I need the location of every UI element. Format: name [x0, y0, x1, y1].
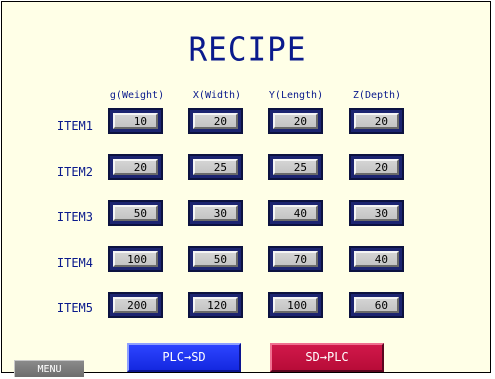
sd-to-plc-button[interactable]: SD→PLC	[270, 343, 384, 372]
item5-weight-value[interactable]: 200	[113, 297, 158, 313]
row-label-item2: ITEM2	[56, 165, 93, 179]
item3-width-value[interactable]: 30	[193, 205, 238, 221]
item1-length-field[interactable]: 20	[268, 108, 323, 134]
item5-depth-value[interactable]: 60	[354, 297, 399, 313]
column-header-weight: g(Weight)	[109, 90, 165, 101]
item3-length-field[interactable]: 40	[268, 200, 323, 226]
item4-width-value[interactable]: 50	[193, 251, 238, 267]
item3-length-value[interactable]: 40	[273, 205, 318, 221]
item3-weight-value[interactable]: 50	[113, 205, 158, 221]
item2-weight-field[interactable]: 20	[108, 154, 163, 180]
column-header-depth: Z(Depth)	[352, 90, 402, 101]
item1-length-value[interactable]: 20	[273, 113, 318, 129]
column-header-length: Y(Length)	[268, 90, 324, 101]
item2-weight-value[interactable]: 20	[113, 159, 158, 175]
item4-length-field[interactable]: 70	[268, 246, 323, 272]
column-header-width: X(Width)	[192, 90, 242, 101]
item4-width-field[interactable]: 50	[188, 246, 243, 272]
item2-depth-field[interactable]: 20	[349, 154, 404, 180]
plc-to-sd-button[interactable]: PLC→SD	[127, 343, 241, 372]
page-title: RECIPE	[188, 31, 307, 69]
item5-length-field[interactable]: 100	[268, 292, 323, 318]
item5-width-field[interactable]: 120	[188, 292, 243, 318]
item3-depth-value[interactable]: 30	[354, 205, 399, 221]
item5-weight-field[interactable]: 200	[108, 292, 163, 318]
item5-length-value[interactable]: 100	[273, 297, 318, 313]
item2-depth-value[interactable]: 20	[354, 159, 399, 175]
item1-depth-field[interactable]: 20	[349, 108, 404, 134]
item1-weight-field[interactable]: 10	[108, 108, 163, 134]
item1-width-value[interactable]: 20	[193, 113, 238, 129]
item3-weight-field[interactable]: 50	[108, 200, 163, 226]
item4-depth-value[interactable]: 40	[354, 251, 399, 267]
item5-width-value[interactable]: 120	[193, 297, 238, 313]
item4-depth-field[interactable]: 40	[349, 246, 404, 272]
item2-width-field[interactable]: 25	[188, 154, 243, 180]
row-label-item4: ITEM4	[56, 256, 93, 270]
row-label-item3: ITEM3	[56, 210, 93, 224]
item4-weight-field[interactable]: 100	[108, 246, 163, 272]
item1-width-field[interactable]: 20	[188, 108, 243, 134]
row-label-item1: ITEM1	[56, 119, 93, 133]
item1-weight-value[interactable]: 10	[113, 113, 158, 129]
item3-width-field[interactable]: 30	[188, 200, 243, 226]
item2-length-value[interactable]: 25	[273, 159, 318, 175]
item2-width-value[interactable]: 25	[193, 159, 238, 175]
menu-button[interactable]: MENU	[14, 360, 84, 377]
item1-depth-value[interactable]: 20	[354, 113, 399, 129]
item4-length-value[interactable]: 70	[273, 251, 318, 267]
item4-weight-value[interactable]: 100	[113, 251, 158, 267]
item2-length-field[interactable]: 25	[268, 154, 323, 180]
item3-depth-field[interactable]: 30	[349, 200, 404, 226]
item5-depth-field[interactable]: 60	[349, 292, 404, 318]
row-label-item5: ITEM5	[56, 301, 93, 315]
